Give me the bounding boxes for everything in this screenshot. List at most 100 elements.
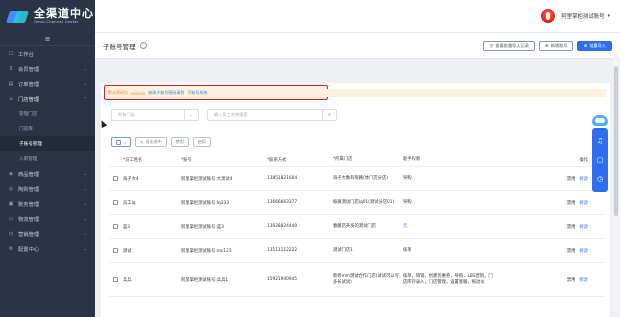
filter-row: 所有门店 ⌄ 输入员工名称搜索 ⌕ <box>111 108 337 121</box>
cell-permission: 核单 <box>403 247 412 253</box>
sidebar-item-workbench[interactable]: ☐ 工作台 <box>0 46 95 61</box>
row-checkbox[interactable] <box>112 200 118 205</box>
button-label: 新增账号 <box>550 43 568 48</box>
store-icon: ⌂ <box>9 95 13 102</box>
row-checkbox[interactable] <box>112 277 118 282</box>
sidebar-item-members[interactable]: ⊼ 会员管理 ⌄ <box>0 61 95 76</box>
chevron-down-icon: ⌄ <box>83 171 87 176</box>
chevron-down-icon: ⌄ <box>83 66 87 71</box>
product-icon: ◈ <box>9 170 13 177</box>
clock-icon[interactable]: ◷ <box>597 175 603 183</box>
page-header: 子账号管理 ? ◷ 查看批量导入记录 ⊕ 新增账号 ⊕ 批量导入 <box>95 33 620 59</box>
store-select[interactable]: 所有门店 ⌄ <box>111 108 199 121</box>
disable-button[interactable]: 禁用 <box>170 137 189 147</box>
finance-icon: ▣ <box>8 200 14 207</box>
enable-button[interactable]: 启用 <box>192 137 211 147</box>
column-header-actions: 操作 <box>579 158 588 163</box>
chevron-down-icon: ⌄ <box>83 201 87 206</box>
floating-toolbar: ♫ ▢ ◷ <box>592 128 608 192</box>
cell-store: 春藤店开发的测试门店 <box>333 223 376 229</box>
disable-link[interactable]: 禁用 <box>567 201 576 206</box>
cell-phone: 13928824449 <box>267 224 298 229</box>
edit-link[interactable]: 修改 <box>579 177 588 182</box>
cell-name: 蓝3 <box>123 224 131 230</box>
select-all-checkbox[interactable] <box>116 139 121 145</box>
chevron-down-icon[interactable]: ⌄ <box>184 109 198 120</box>
sidebar: ≡ ☐ 工作台 ⊼ 会员管理 ⌄ ▤ 订单管理 ⌄ ⌂ 门店管理 ⌃ 管理门店 … <box>0 33 95 317</box>
store-select-value: 所有门店 <box>118 111 135 117</box>
button-label: 导出选中 <box>145 139 162 144</box>
user-menu[interactable]: 阿里掌柜测试账号 ▾ <box>541 6 610 26</box>
cell-account: 阿里掌柜测试账号:mc123 <box>181 248 232 254</box>
menu-collapse-icon[interactable]: ≡ <box>0 33 95 46</box>
sub-account-table: *员工姓名 *账号 *联系方式 *所属门店 能手权限 操作 海子大4 阿里掌柜测… <box>109 154 604 297</box>
cell-name: 员工lq <box>123 200 136 206</box>
search-icon[interactable]: ⌕ <box>322 109 336 120</box>
sidebar-item-logistics[interactable]: ▭ 物流管理 ⌄ <box>0 211 95 226</box>
cell-name: 海子大4 <box>123 176 139 182</box>
order-icon: ▤ <box>8 80 14 87</box>
avatar[interactable] <box>541 9 556 23</box>
sidebar-item-rules[interactable]: ◎ 陶则管理 ⌄ <box>0 181 95 196</box>
notice-middle: 修改子账号密码请到 <box>148 90 185 95</box>
sidebar-item-marketing[interactable]: ◷ 营销管理 ⌄ <box>0 226 95 241</box>
column-header-phone: *联系方式 <box>267 158 287 163</box>
export-icon: ⇱ <box>140 139 144 145</box>
sidebar-item-label: 订单管理 <box>18 81 40 88</box>
disable-link[interactable]: 禁用 <box>567 249 576 254</box>
cell-permission: 无 <box>403 223 408 229</box>
edit-link[interactable]: 修改 <box>579 201 588 206</box>
brand-title: 全渠道中心 <box>34 7 94 20</box>
bell-icon[interactable]: ♫ <box>597 137 603 145</box>
column-header-store: *所属门店 <box>333 157 353 162</box>
row-checkbox[interactable] <box>112 176 118 181</box>
sidebar-item-config[interactable]: ⚙ 配置中心 ⌄ <box>0 241 95 256</box>
table-header: *员工姓名 *账号 *联系方式 *所属门店 能手权限 操作 <box>109 154 604 167</box>
sidebar-subitem-sub-accounts[interactable]: 子账号管理 <box>0 136 95 151</box>
chat-icon[interactable]: ▢ <box>597 156 604 164</box>
disable-link[interactable]: 禁用 <box>567 225 576 230</box>
disable-link[interactable]: 禁用 <box>567 278 576 283</box>
table-row: 海子大4 阿里掌柜测试账号:大测试4 13851821604 海子大数有限路(体… <box>109 167 604 191</box>
row-checkbox[interactable] <box>112 248 118 253</box>
sidebar-subitem-store-library[interactable]: 门店库 <box>0 121 95 136</box>
sidebar-item-products[interactable]: ◈ 商品管理 ⌄ <box>0 166 95 181</box>
edit-link[interactable]: 修改 <box>579 249 588 254</box>
sidebar-subitem-manage-stores[interactable]: 管理门店 <box>0 106 95 121</box>
sidebar-item-orders[interactable]: ▤ 订单管理 ⌄ <box>0 76 95 91</box>
brand-logo[interactable]: 全渠道中心 Omni-Channel Center <box>0 0 95 33</box>
plus-circle-icon: ⊕ <box>583 43 588 49</box>
scrollbar[interactable] <box>614 52 618 314</box>
chevron-up-icon: ⌃ <box>83 96 87 101</box>
cell-store: 振展测试门店lq01(测试分店01) <box>333 199 395 205</box>
select-all-dropdown[interactable]: ⌄ <box>111 137 132 147</box>
scroll-thumb[interactable] <box>614 66 618 216</box>
username[interactable]: 阿里掌柜测试账号 <box>561 12 604 20</box>
edit-link[interactable]: 修改 <box>579 278 588 283</box>
logo-mark-icon <box>6 10 29 24</box>
cell-name: 测试 <box>123 248 132 254</box>
sidebar-item-label: 账务管理 <box>18 201 40 208</box>
cell-permission: 核单，销销，创建优惠券，导购，LBS营销，门店库存录入，门店管理，设置客服，拖动… <box>403 273 493 285</box>
sub-account-system-link[interactable]: 子账号系统 <box>187 90 207 96</box>
truck-icon: ▭ <box>8 215 14 222</box>
cell-account: 阿里掌柜测试账号:lq333 <box>181 200 229 206</box>
view-import-records-button[interactable]: ◷ 查看批量导入记录 <box>483 41 535 51</box>
add-account-button[interactable]: ⊕ 新增账号 <box>538 41 574 51</box>
export-selected-button[interactable]: ⇱ 导出选中 <box>135 137 167 147</box>
edit-link[interactable]: 修改 <box>579 225 588 230</box>
cell-account: 阿里掌柜测试账号:蓝3 <box>181 224 224 230</box>
sidebar-subitem-onboarding[interactable]: 入职管理 <box>0 151 95 166</box>
sidebar-item-stores[interactable]: ⌂ 门店管理 ⌃ <box>0 91 95 106</box>
cell-account: 阿里掌柜测试账号:大测试4 <box>181 176 233 182</box>
row-checkbox[interactable] <box>112 224 118 229</box>
sidebar-item-finance[interactable]: ▣ 账务管理 ⌄ <box>0 196 95 211</box>
chevron-down-icon: ⌄ <box>83 186 87 191</box>
chevron-down-icon[interactable]: ▾ <box>607 13 610 19</box>
help-icon[interactable]: ? <box>139 42 147 49</box>
disable-link[interactable]: 禁用 <box>567 177 576 182</box>
employee-search-input[interactable]: 输入员工名称搜索 ⌕ <box>207 108 337 121</box>
search-placeholder: 输入员工名称搜索 <box>214 111 248 117</box>
robot-assistant-icon[interactable] <box>589 113 611 129</box>
bulk-import-button[interactable]: ⊕ 批量导入 <box>577 41 612 51</box>
